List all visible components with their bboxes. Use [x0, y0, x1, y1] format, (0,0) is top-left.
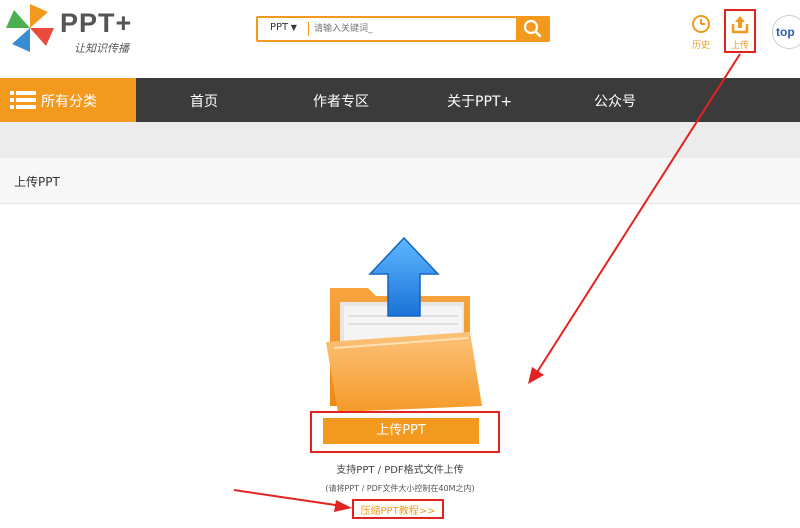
compress-tutorial-link[interactable]: 压缩PPT教程>> — [352, 502, 444, 517]
main-nav: 所有分类 首页 作者专区 关于PPT+ 公众号 — [0, 78, 800, 122]
search-type-dropdown[interactable]: PPT ▼ — [270, 22, 297, 33]
upload-label: 上传 — [730, 41, 749, 51]
nav-item-about[interactable]: 关于PPT+ — [447, 91, 512, 111]
history-label: 历史 — [691, 41, 710, 51]
nav-all-categories[interactable]: 所有分类 — [0, 78, 136, 122]
menu-list-icon — [10, 91, 36, 109]
page-title: 上传PPT — [14, 175, 60, 189]
search-type-label: PPT — [270, 22, 289, 33]
search-bar: PPT ▼ — [256, 16, 550, 42]
pinwheel-logo-icon — [6, 4, 54, 52]
nav-item-authors[interactable]: 作者专区 — [313, 91, 369, 111]
history-button[interactable]: 历史 — [686, 14, 716, 54]
format-hint: 支持PPT / PDF格式文件上传 — [336, 465, 464, 476]
upload-button[interactable]: 上传 — [725, 14, 755, 54]
clock-icon — [692, 15, 710, 33]
nav-item-home[interactable]: 首页 — [190, 91, 218, 111]
grey-band — [0, 122, 800, 158]
search-input[interactable] — [314, 20, 514, 38]
upload-icon — [731, 16, 749, 34]
size-hint: (请将PPT / PDF文件大小控制在40M之内) — [325, 484, 475, 493]
search-separator — [308, 22, 309, 36]
upload-ppt-button[interactable]: 上传PPT — [323, 418, 479, 444]
logo-slogan: 让知识传播 — [74, 42, 129, 55]
subheader: 上传PPT — [0, 158, 800, 204]
avatar[interactable]: top — [772, 15, 800, 49]
nav-item-wechat[interactable]: 公众号 — [594, 91, 636, 111]
logo-text: PPT+ — [60, 8, 133, 38]
folder-upload-icon — [326, 236, 482, 412]
caret-down-icon: ▼ — [288, 23, 297, 32]
nav-all-categories-label: 所有分类 — [41, 94, 97, 110]
search-button[interactable] — [516, 16, 550, 42]
header: PPT+ 让知识传播 PPT ▼ 历史 上传 top — [0, 0, 800, 78]
upload-folder-illustration[interactable] — [320, 236, 490, 414]
avatar-text: top — [776, 25, 795, 39]
search-icon — [523, 19, 542, 38]
logo[interactable]: PPT+ 让知识传播 — [2, 2, 162, 58]
